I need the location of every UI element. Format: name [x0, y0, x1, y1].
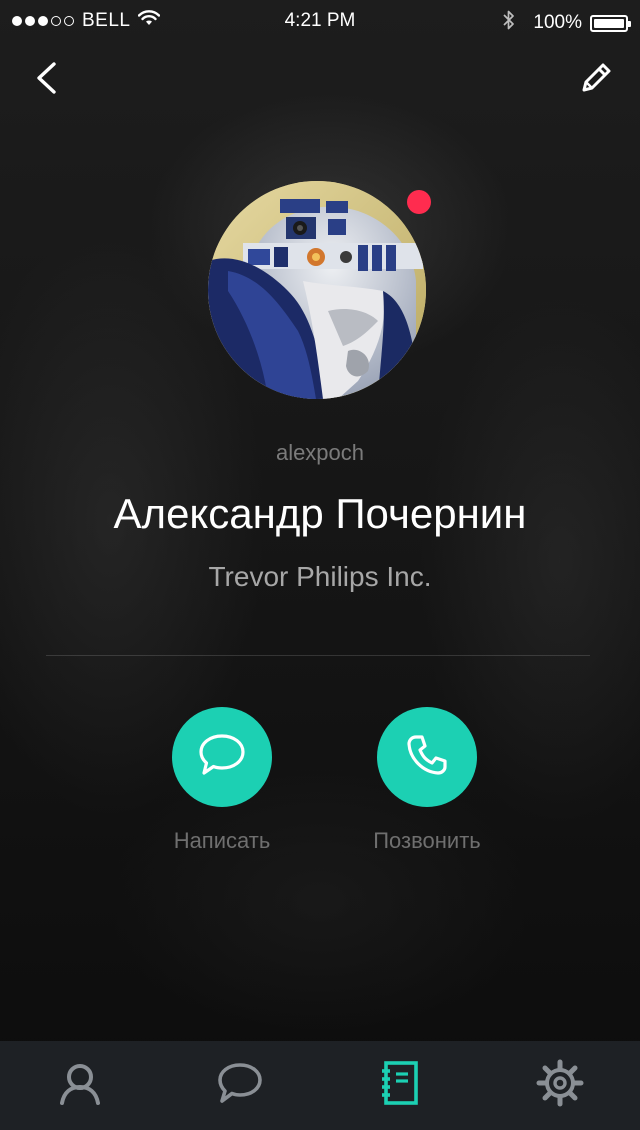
write-message-action: Написать: [142, 707, 302, 854]
tab-contacts[interactable]: [320, 1041, 480, 1130]
battery-fill: [594, 18, 624, 28]
battery-icon: [590, 14, 631, 32]
online-status-indicator: [407, 190, 431, 214]
tab-chats[interactable]: [160, 1041, 320, 1130]
call-label: Позвонить: [373, 828, 481, 853]
company-name: Trevor Philips Inc.: [208, 561, 432, 592]
contact-profile-screen: BELL 4:21 PM 100% alexpoch Александр Поч…: [0, 0, 640, 1130]
status-bar: BELL 4:21 PM 100%: [0, 0, 640, 40]
gear-icon: [536, 1059, 584, 1112]
chat-icon: [216, 1061, 264, 1110]
contact-name: Александр Почернин: [113, 490, 527, 537]
write-message-label: Написать: [173, 828, 271, 853]
write-message-button[interactable]: [172, 707, 272, 807]
pencil-icon: [578, 60, 614, 101]
avatar-container: [208, 181, 431, 399]
person-icon: [57, 1060, 103, 1111]
tab-bar: [0, 1041, 640, 1130]
bluetooth-icon: [503, 10, 515, 36]
contacts-book-icon: [378, 1060, 422, 1111]
call-button[interactable]: [377, 707, 477, 807]
edit-button[interactable]: [574, 58, 618, 102]
battery-percentage: 100%: [533, 12, 582, 33]
tab-settings[interactable]: [480, 1041, 640, 1130]
call-action: Позвонить: [347, 707, 507, 854]
avatar[interactable]: [208, 181, 426, 399]
tab-profile[interactable]: [0, 1041, 160, 1130]
back-button[interactable]: [24, 58, 68, 102]
status-right: 100%: [503, 10, 631, 36]
chevron-left-icon: [34, 61, 58, 100]
divider: [46, 655, 590, 656]
phone-icon: [404, 732, 450, 783]
chat-bubble-icon: [197, 732, 247, 783]
username: alexpoch: [275, 440, 365, 465]
